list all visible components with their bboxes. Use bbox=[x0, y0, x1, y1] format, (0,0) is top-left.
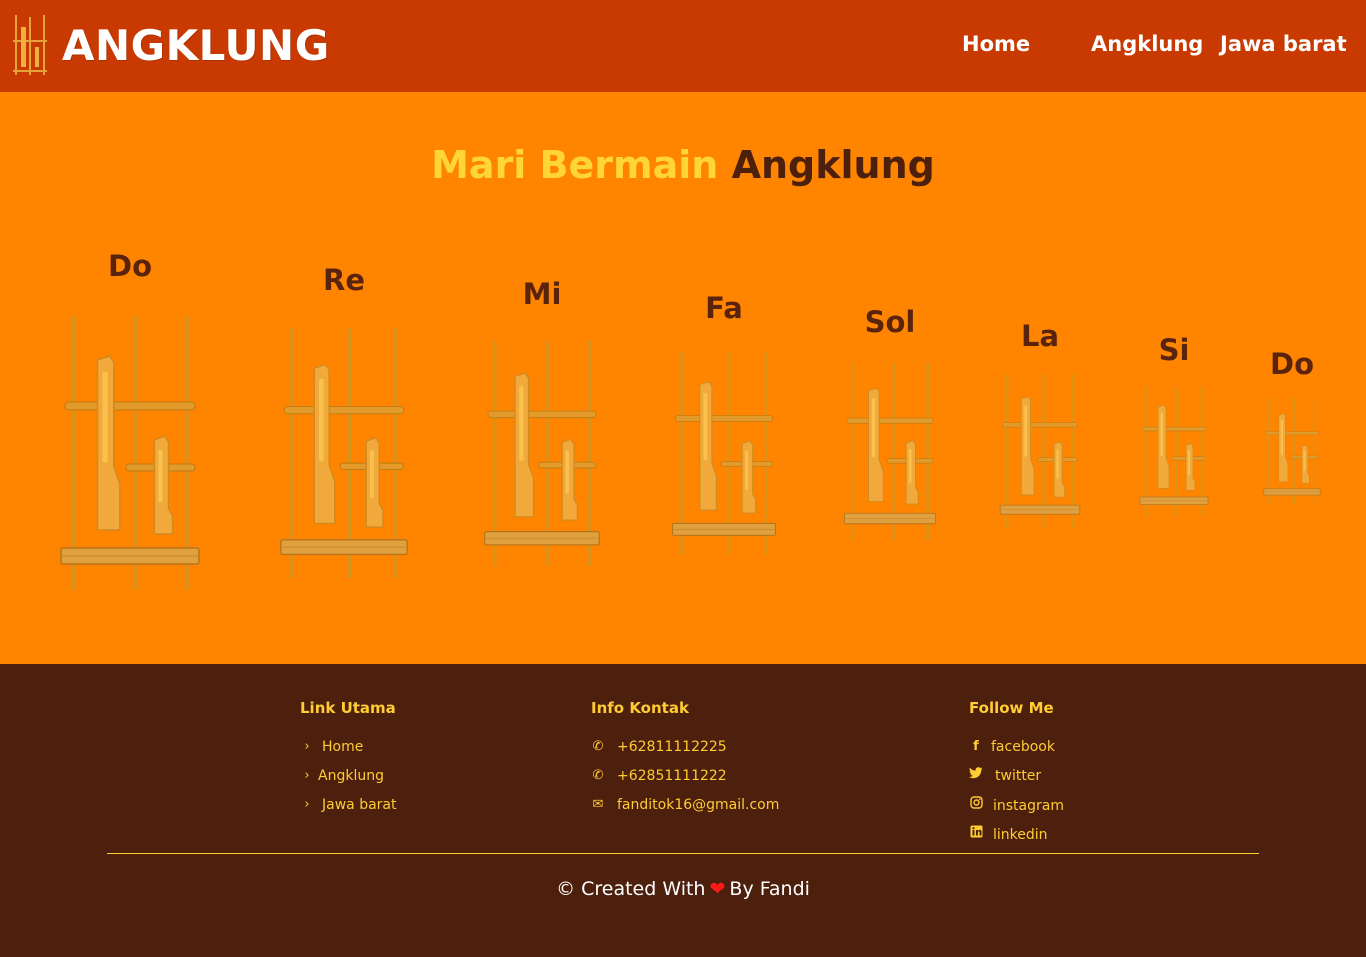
page-title: Mari Bermain Angklung bbox=[0, 140, 1366, 190]
angklung-instrument[interactable] bbox=[1139, 386, 1209, 518]
chevron-right-icon: › bbox=[304, 739, 310, 754]
site-footer: Link Utama › Home › Angklung › Jawa bara… bbox=[0, 664, 1366, 957]
nav-home[interactable]: Home bbox=[962, 30, 1030, 58]
chevron-right-icon: › bbox=[304, 768, 310, 783]
footer-links-title: Link Utama bbox=[300, 699, 396, 717]
footer-contact-email[interactable]: ✉ fanditok16@gmail.com bbox=[591, 796, 780, 814]
site-logo-text[interactable]: ANGKLUNG bbox=[62, 20, 330, 72]
footer-credit: © Created With ❤ By Fandi bbox=[0, 876, 1366, 902]
angklung-instrument[interactable] bbox=[999, 374, 1081, 530]
footer-follow-title: Follow Me bbox=[969, 699, 1054, 717]
instagram-icon bbox=[969, 796, 983, 815]
footer-contact-phone-2[interactable]: ✆ +62851111222 bbox=[591, 767, 727, 785]
footer-contact-title: Info Kontak bbox=[591, 699, 689, 717]
twitter-icon bbox=[969, 767, 983, 785]
footer-social-facebook[interactable]: f facebook bbox=[969, 738, 1055, 756]
credit-prefix: © Created With bbox=[556, 878, 706, 900]
angklung-instrument[interactable] bbox=[279, 328, 409, 580]
note-label: Sol bbox=[864, 305, 916, 339]
linkedin-icon bbox=[969, 825, 983, 844]
note-label: Re bbox=[323, 263, 365, 297]
angklung-instrument[interactable] bbox=[671, 352, 777, 556]
heart-icon: ❤ bbox=[709, 878, 726, 900]
footer-social-linkedin[interactable]: linkedin bbox=[969, 825, 1048, 844]
footer-link-home[interactable]: › Home bbox=[300, 738, 363, 756]
angklung-instrument[interactable] bbox=[483, 340, 601, 568]
phone-icon: ✆ bbox=[592, 739, 604, 754]
angklung-instrument[interactable] bbox=[1263, 398, 1321, 506]
nav-jawa-barat[interactable]: Jawa barat bbox=[1220, 30, 1347, 58]
phone-icon: ✆ bbox=[592, 768, 604, 783]
footer-divider bbox=[107, 853, 1259, 854]
footer-link-jawa-barat[interactable]: › Jawa barat bbox=[300, 796, 396, 814]
title-highlight: Mari Bermain bbox=[431, 143, 719, 187]
main-section: Mari Bermain Angklung Do Re Mi Fa Sol La Si Do bbox=[0, 92, 1366, 664]
angklung-instrument[interactable] bbox=[843, 362, 937, 542]
footer-social-instagram[interactable]: instagram bbox=[969, 796, 1064, 815]
title-main: Angklung bbox=[731, 143, 935, 187]
angklung-instrument[interactable] bbox=[59, 316, 201, 592]
chevron-right-icon: › bbox=[304, 797, 310, 812]
footer-link-angklung[interactable]: › Angklung bbox=[300, 767, 384, 785]
facebook-icon: f bbox=[973, 739, 979, 754]
envelope-icon: ✉ bbox=[592, 797, 604, 812]
note-label: Fa bbox=[705, 291, 743, 325]
footer-contact-phone-1[interactable]: ✆ +62811112225 bbox=[591, 738, 727, 756]
note-label: Mi bbox=[522, 277, 562, 311]
credit-suffix: By Fandi bbox=[729, 878, 810, 900]
angklung-logo-icon bbox=[13, 15, 47, 75]
footer-social-twitter[interactable]: twitter bbox=[969, 767, 1041, 785]
site-header: ANGKLUNG Home Angklung Jawa barat bbox=[0, 0, 1366, 92]
nav-angklung[interactable]: Angklung bbox=[1091, 30, 1203, 58]
note-label: Do bbox=[108, 249, 152, 283]
note-label: Do bbox=[1270, 347, 1314, 381]
